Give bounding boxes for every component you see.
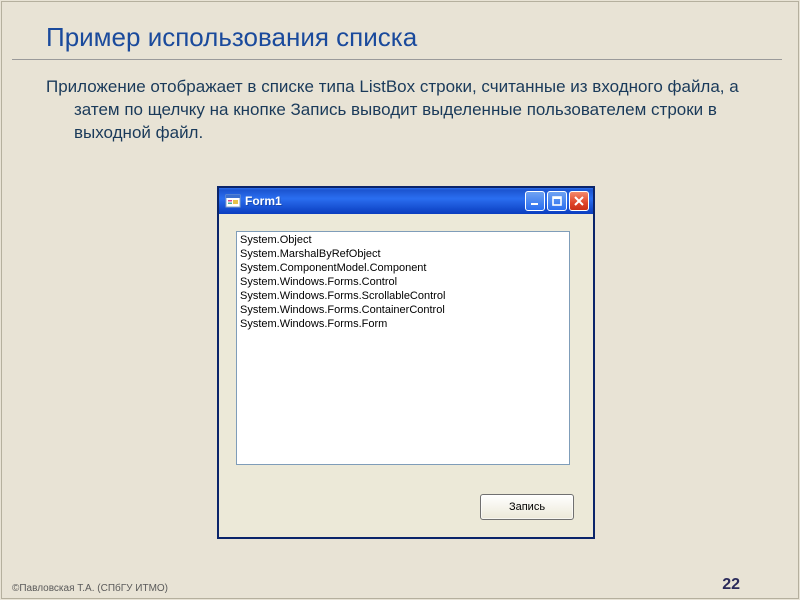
slide-title: Пример использования списка [0, 0, 800, 59]
list-item[interactable]: System.Windows.Forms.Control [239, 275, 567, 289]
maximize-button[interactable] [547, 191, 567, 211]
window-controls [525, 191, 589, 211]
listbox[interactable]: System.ObjectSystem.MarshalByRefObjectSy… [236, 231, 570, 465]
footer-page-number: 22 [722, 576, 740, 594]
close-button[interactable] [569, 191, 589, 211]
list-item[interactable]: System.Object [239, 233, 567, 247]
slide-body-text: Приложение отображает в списке типа List… [0, 60, 800, 145]
write-button-label: Запись [509, 501, 545, 513]
list-item[interactable]: System.Windows.Forms.ScrollableControl [239, 289, 567, 303]
list-item[interactable]: System.Windows.Forms.ContainerControl [239, 303, 567, 317]
footer-author: ©Павловская Т.А. (СПбГУ ИТМО) [12, 583, 168, 594]
list-item[interactable]: System.Windows.Forms.Form [239, 317, 567, 331]
minimize-button[interactable] [525, 191, 545, 211]
write-button[interactable]: Запись [480, 494, 574, 520]
list-item[interactable]: System.ComponentModel.Component [239, 261, 567, 275]
list-item[interactable]: System.MarshalByRefObject [239, 247, 567, 261]
window-title: Form1 [245, 194, 525, 208]
body-paragraph: Приложение отображает в списке типа List… [46, 76, 760, 145]
app-window: Form1 System.ObjectSystem.MarshalByRefOb… [218, 187, 594, 538]
app-icon [225, 193, 241, 209]
titlebar[interactable]: Form1 [219, 188, 593, 214]
window-client-area: System.ObjectSystem.MarshalByRefObjectSy… [222, 215, 590, 534]
